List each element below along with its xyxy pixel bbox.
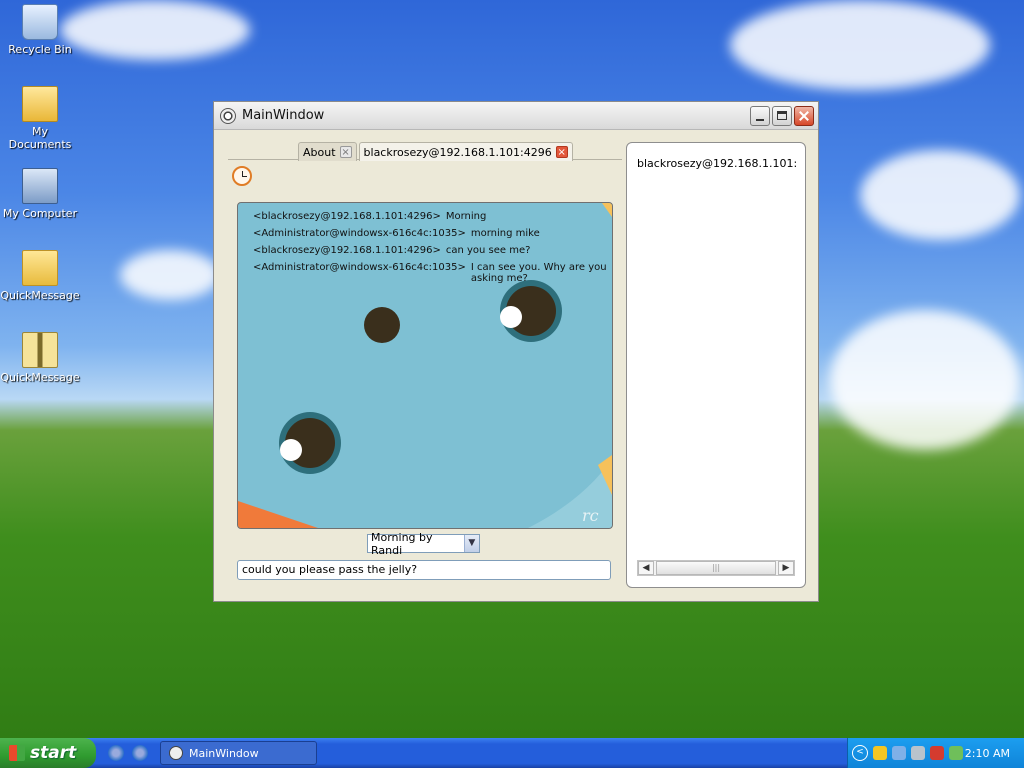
taskbar: start MainWindow < 2:10 AM (0, 738, 1024, 768)
volume-icon[interactable] (911, 746, 925, 760)
theme-watermark: rc (582, 506, 599, 525)
cloud (860, 150, 1020, 240)
tab-label: About (303, 145, 336, 159)
message-text: morning mike (470, 228, 540, 239)
clock: 2:10 AM (964, 746, 1010, 760)
start-button[interactable]: start (0, 738, 96, 768)
desktop-icon-my-documents[interactable]: My Documents (0, 86, 80, 151)
minimize-button[interactable] (750, 105, 770, 126)
windows-logo-icon (9, 745, 25, 761)
chat-message: <Administrator@windowsx-616c4c:1035> I c… (253, 262, 611, 284)
message-sender: <Administrator@windowsx-616c4c:1035> (253, 228, 466, 239)
desktop-icon-my-computer[interactable]: My Computer (0, 168, 80, 220)
scroll-thumb[interactable]: ||| (656, 561, 776, 575)
start-label: start (30, 743, 77, 763)
message-text: can you see me? (445, 245, 531, 256)
quick-launch-ie-icon[interactable] (108, 745, 124, 761)
message-input[interactable]: could you please pass the jelly? (237, 560, 611, 580)
recycle-bin-icon (22, 4, 58, 40)
user-list-item[interactable]: blackrosezy@192.168.1.101:4296 (637, 157, 797, 170)
desktop-icon-label: My Computer (2, 207, 78, 220)
app-icon (220, 107, 236, 124)
safely-remove-icon[interactable] (949, 746, 963, 760)
theme-select-value: Morning by Randi (371, 530, 433, 557)
message-sender: <blackrosezy@192.168.1.101:4296> (253, 211, 441, 222)
chat-message: <blackrosezy@192.168.1.101:4296> Morning (253, 211, 586, 222)
user-list[interactable]: blackrosezy@192.168.1.101:4296 ◀ ||| ▶ (626, 142, 806, 588)
horizontal-scrollbar[interactable]: ◀ ||| ▶ (637, 560, 795, 576)
message-text: Morning (445, 211, 487, 222)
tab-bar: About × blackrosezy@192.168.1.101:4296 × (298, 142, 573, 161)
chat-view[interactable]: rc <blackrosezy@192.168.1.101:4296> Morn… (237, 202, 613, 529)
cloud (730, 0, 990, 90)
chat-message: <blackrosezy@192.168.1.101:4296> can you… (253, 245, 586, 256)
message-sender: <blackrosezy@192.168.1.101:4296> (253, 245, 441, 256)
desktop-icon-label: My Documents (8, 125, 72, 151)
tray-expand-icon[interactable]: < (852, 745, 868, 761)
history-clock-icon[interactable] (232, 166, 252, 186)
tab-label: blackrosezy@192.168.1.101:4296 (363, 145, 552, 159)
security-shield-icon[interactable] (873, 746, 887, 760)
antivirus-shield-icon[interactable] (930, 746, 944, 760)
tab-about[interactable]: About × (298, 142, 357, 161)
message-text: I can see you. Why are you asking me? (470, 262, 607, 284)
taskbar-button-label: MainWindow (189, 746, 259, 760)
theme-select[interactable]: Morning by Randi ▼ (367, 531, 480, 557)
cloud (60, 0, 250, 60)
documents-folder-icon (22, 86, 58, 122)
system-tray: < 2:10 AM (847, 738, 1024, 768)
tab-close-icon[interactable]: × (339, 146, 352, 158)
maximize-button[interactable] (772, 105, 792, 126)
taskbar-window-button[interactable]: MainWindow (160, 741, 317, 765)
tab-chat[interactable]: blackrosezy@192.168.1.101:4296 × (358, 142, 573, 161)
scroll-right-icon[interactable]: ▶ (778, 561, 794, 575)
desktop-icon-recycle-bin[interactable]: Recycle Bin (0, 4, 80, 56)
cloud (830, 310, 1020, 450)
main-window: MainWindow About × blackrosezy@192.168.1… (213, 101, 819, 602)
window-title: MainWindow (242, 108, 325, 123)
network-icon[interactable] (892, 746, 906, 760)
folder-icon (22, 250, 58, 286)
desktop-icon-quickmessage-folder[interactable]: QuickMessage (0, 250, 80, 302)
scroll-left-icon[interactable]: ◀ (638, 561, 654, 575)
desktop-icon-label: Recycle Bin (8, 43, 72, 56)
tab-close-icon[interactable]: × (555, 146, 568, 158)
app-icon (169, 746, 183, 760)
cloud (120, 250, 220, 300)
computer-icon (22, 168, 58, 204)
zip-folder-icon (22, 332, 58, 368)
chevron-down-icon[interactable]: ▼ (463, 535, 479, 552)
chat-message: <Administrator@windowsx-616c4c:1035> mor… (253, 228, 611, 239)
message-sender: <Administrator@windowsx-616c4c:1035> (253, 262, 466, 273)
desktop-icon-label: QuickMessage (0, 371, 80, 384)
close-button[interactable] (794, 105, 814, 126)
quick-launch-browser-icon[interactable] (132, 745, 148, 761)
desktop-icon-quickmessage-zip[interactable]: QuickMessage (0, 332, 80, 384)
title-bar[interactable]: MainWindow (214, 102, 818, 130)
desktop-icon-label: QuickMessage (0, 289, 80, 302)
